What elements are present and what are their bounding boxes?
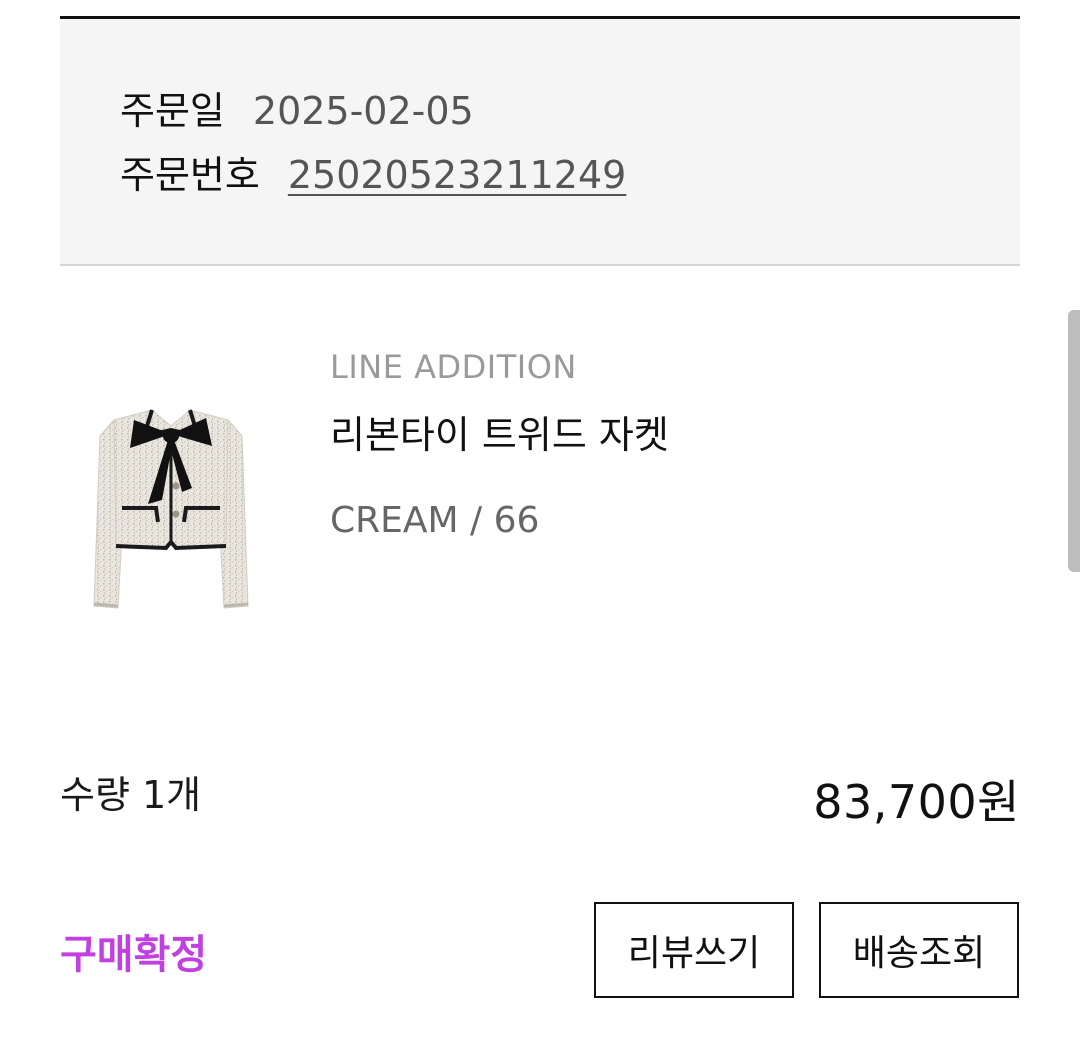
order-number-row: 주문번호 25020523211249 <box>120 153 626 197</box>
price-label: 83,700원 <box>813 775 1020 829</box>
track-delivery-button[interactable]: 배송조회 <box>819 902 1019 998</box>
scrollbar[interactable] <box>1068 310 1080 572</box>
order-date-label: 주문일 <box>120 89 225 133</box>
write-review-button[interactable]: 리뷰쓰기 <box>594 902 794 998</box>
order-date-value: 2025-02-05 <box>252 89 474 133</box>
quantity-label: 수량 1개 <box>60 773 202 817</box>
tweed-jacket-icon <box>93 409 249 609</box>
product-brand: LINE ADDITION <box>330 348 577 386</box>
product-name[interactable]: 리본타이 트위드 자켓 <box>330 404 669 459</box>
product-image[interactable] <box>78 396 264 626</box>
order-number-label: 주문번호 <box>120 153 260 197</box>
order-number-link[interactable]: 25020523211249 <box>288 153 626 197</box>
order-info-panel: 주문일 2025-02-05 주문번호 25020523211249 <box>60 16 1020 266</box>
order-status-label: 구매확정 <box>60 932 208 978</box>
product-option: CREAM / 66 <box>330 500 540 541</box>
order-date-row: 주문일 2025-02-05 <box>120 89 474 133</box>
